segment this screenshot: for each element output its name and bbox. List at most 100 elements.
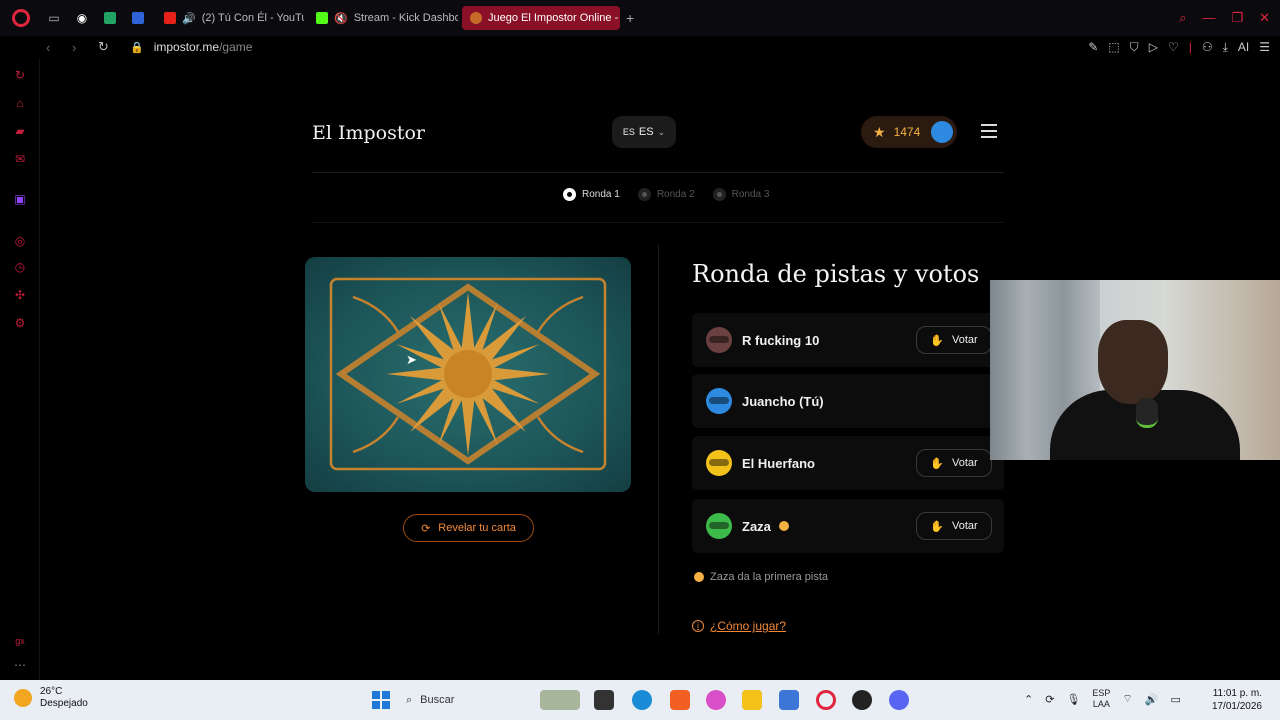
player-row-self: Juancho (Tú) [692,374,1004,428]
points-badge[interactable]: ★ 1474 [861,116,957,148]
file-explorer-icon[interactable] [742,690,762,710]
tray-chevron-icon[interactable]: ⌃ [1024,693,1033,706]
pin-icon[interactable]: ✎ [1088,40,1098,55]
mail-icon[interactable] [779,690,799,710]
pinned-tab-icon[interactable]: ◉ [74,10,90,26]
url-field[interactable]: impostor.me/game [154,40,253,54]
wifi-icon[interactable]: ⌔ [1122,692,1132,706]
browser-sidebar: ↻ ⌂ ▰ ✉ ▣ ◎ ◷ ✣ ⚙ gx ⋯ [0,58,40,680]
sync-icon[interactable]: ⟳ [1045,693,1054,706]
messenger-icon[interactable]: ✉ [13,152,27,166]
hand-icon: ✋ [930,457,944,470]
audio-icon[interactable]: 🔊 [182,12,196,25]
settings-icon[interactable]: ⚙ [13,316,27,330]
muted-icon[interactable]: 🔇 [334,12,348,25]
divider [312,172,1004,173]
time: 11:01 p. m. [1212,688,1262,699]
clock-sidebar-icon[interactable]: ◷ [13,260,27,274]
turn-sun-icon [778,521,789,531]
more-icon[interactable]: ⋯ [13,658,27,672]
reload-icon[interactable]: ↻ [98,39,110,55]
hint-text: Zaza da la primera pista [710,571,828,583]
menu-button[interactable] [981,124,997,138]
tab-impostor[interactable]: Juego El Impostor Online - [462,6,620,30]
player-icon[interactable]: ▷ [1149,40,1158,55]
player-name: R fucking 10 [742,332,820,348]
round-3: Ronda 3 [712,188,769,201]
crypto-wallet-icon[interactable]: ▰ [13,124,27,138]
vote-button[interactable]: ✋ Votar [916,512,992,540]
profile-icon[interactable]: ⚇ [1202,40,1213,55]
vote-button[interactable]: ✋ Votar [916,326,992,354]
site-title[interactable]: El Impostor [312,122,425,144]
player-avatar [706,327,732,353]
weather-widget[interactable]: 26°C Despejado [14,686,88,710]
back-icon[interactable]: ‹ [46,40,58,55]
player-row: El Huerfano ✋ Votar [692,436,1004,490]
tab-youtube[interactable]: 🔊 (2) Tú Con Él - YouTub [156,6,304,30]
calendar-tab-icon[interactable] [130,10,146,26]
round-label: Ronda 1 [582,189,620,200]
window-controls: ⌕ — ❐ ✕ [1179,10,1270,26]
restore-icon[interactable]: ❐ [1231,10,1243,26]
how-to-play-link[interactable]: i ¿Cómo jugar? [692,619,786,633]
temperature: 26°C [40,686,63,697]
microphone-icon [1136,398,1158,428]
opera-logo-icon[interactable] [12,9,30,27]
language-flag-label: ES [622,127,635,137]
volume-icon[interactable]: 🔊 [1145,693,1159,706]
workspaces-icon[interactable]: ▭ [46,10,62,26]
snapshot-icon[interactable]: ⬚ [1108,40,1119,55]
workspace-sidebar-icon[interactable]: ⌂ [13,96,27,110]
shield-icon[interactable]: ⛉ [1130,40,1139,55]
clock[interactable]: 11:01 p. m. 17/01/2026 [1212,687,1262,713]
heart-icon[interactable]: ♡ [1168,40,1179,55]
extensions-icon[interactable]: ✣ [13,288,27,302]
copilot-icon[interactable] [706,690,726,710]
battery-icon[interactable]: ▭ [1170,693,1180,706]
opera-gx-taskbar-icon[interactable] [816,690,836,710]
round-2: Ronda 2 [637,188,695,201]
close-icon[interactable]: ✕ [1259,10,1270,26]
reveal-label: Revelar tu carta [438,522,516,534]
minimize-icon[interactable]: — [1202,10,1215,26]
player-name: Juancho (Tú) [742,393,824,409]
tab-label: Juego El Impostor Online - [488,12,619,24]
search-placeholder: Buscar [420,694,455,706]
discord-icon[interactable] [889,690,909,710]
secret-card[interactable] [305,257,631,492]
points-value: 1474 [893,125,921,139]
vote-button[interactable]: ✋ Votar [916,449,992,477]
gx-icon[interactable]: gx [13,634,27,648]
aria-ai-button[interactable]: AI [1238,40,1249,55]
howto-label: ¿Cómo jugar? [710,619,787,633]
toolbar-icons: ✎ ⬚ ⛉ ▷ ♡ | ⚇ ⤓ AI ☰ [1088,40,1270,55]
vote-label: Votar [952,457,978,469]
download-icon[interactable]: ⤓ [1223,40,1228,55]
windows-start-icon[interactable] [372,691,390,709]
search-tabs-icon[interactable]: ⌕ [1179,10,1186,26]
twitch-icon[interactable]: ▣ [13,192,27,206]
task-view-icon[interactable] [594,690,614,710]
mic-tray-icon[interactable]: 🎙 [1066,693,1080,706]
forward-icon[interactable]: › [72,40,84,55]
lang-line-1: ESP [1092,688,1111,698]
player-sidebar-icon[interactable]: ◎ [13,234,27,248]
url-path: /game [219,40,253,54]
sheets-tab-icon[interactable] [102,10,118,26]
language-selector[interactable]: ES ES ⌄ [612,116,676,148]
url-host: impostor.me [153,40,220,54]
input-language[interactable]: ESP LAA [1092,688,1110,710]
reveal-card-button[interactable]: ⟳ Revelar tu carta [403,514,534,542]
new-tab-button[interactable]: + [626,10,634,26]
lock-icon[interactable]: 🔒 [130,41,144,54]
widgets-icon[interactable] [540,690,580,710]
history-sidebar-icon[interactable]: ↻ [13,68,27,82]
edge-icon[interactable] [632,690,652,710]
menu-icon[interactable]: ☰ [1259,40,1270,55]
vote-label: Votar [952,334,978,346]
obs-icon[interactable] [852,690,872,710]
user-avatar[interactable] [931,121,953,143]
tab-kick[interactable]: 🔇 Stream - Kick Dashbo [308,6,458,30]
brave-icon[interactable] [670,690,690,710]
